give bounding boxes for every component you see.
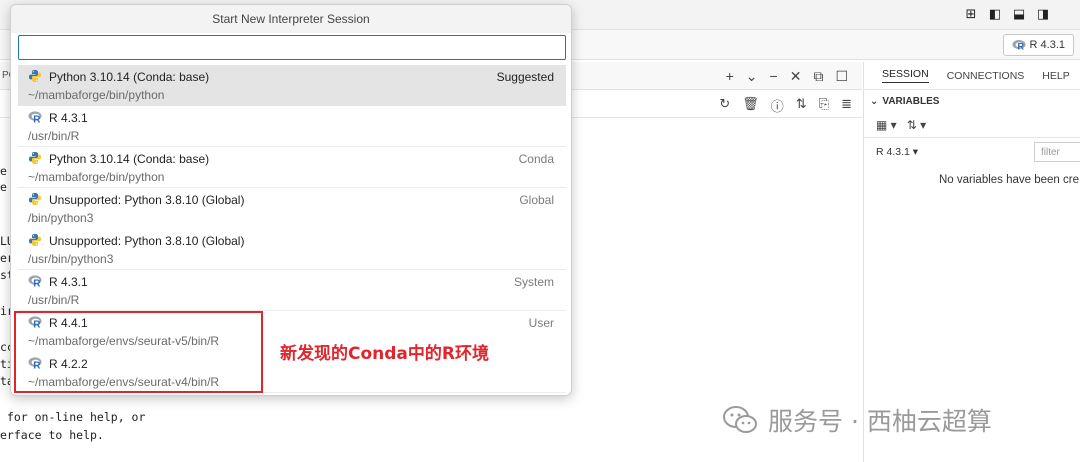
- active-interpreter-button[interactable]: R R 4.3.1: [1002, 34, 1074, 56]
- variables-empty-message: No variables have been cre: [939, 174, 1079, 186]
- restart-icon[interactable]: ↻: [719, 96, 730, 115]
- grid-view-icon[interactable]: ▦ ▾: [876, 118, 897, 132]
- python-icon: [29, 193, 41, 205]
- active-interpreter-label: R 4.3.1: [1029, 39, 1065, 51]
- close-icon[interactable]: ✕: [790, 68, 802, 85]
- python-icon: [29, 70, 41, 82]
- clear-icon[interactable]: ≣: [841, 96, 852, 115]
- info-icon[interactable]: ⓘ: [771, 96, 784, 115]
- layout-controls: ⊞ ◧ ⬓ ◨: [964, 7, 1050, 21]
- session-selector[interactable]: R 4.3.1 ▾: [876, 146, 918, 158]
- interpreter-path: ~/mambaforge/bin/python: [28, 170, 165, 184]
- variables-header-label: VARIABLES: [882, 95, 940, 107]
- interpreter-group-label: Global: [519, 193, 554, 207]
- export-icon[interactable]: ⎘: [819, 96, 829, 115]
- interpreter-path: /bin/python3: [28, 211, 94, 225]
- python-icon: [29, 152, 41, 164]
- interpreter-name: Unsupported: Python 3.8.10 (Global): [49, 234, 245, 248]
- interpreter-item[interactable]: Python 3.10.14 (Conda: base) ~/mambaforge…: [18, 147, 566, 188]
- wechat-logo-icon: [723, 406, 757, 433]
- console-line: erface to help.: [0, 428, 104, 442]
- r-icon: R: [28, 111, 42, 125]
- interpreter-item[interactable]: Unsupported: Python 3.8.10 (Global) /bin/…: [18, 188, 566, 229]
- customize-layout-icon[interactable]: ⊞: [964, 7, 978, 21]
- interpreter-name: Python 3.10.14 (Conda: base): [49, 152, 210, 166]
- dropdown-chevron-icon[interactable]: ⌄: [746, 68, 758, 85]
- interpreter-name: R 4.3.1: [49, 111, 88, 125]
- interpreter-group-label: Suggested: [496, 70, 554, 84]
- interpreter-search-input[interactable]: [18, 35, 566, 60]
- new-console-icon[interactable]: +: [726, 68, 734, 85]
- watermark-text: 服务号 · 西柚云超算: [768, 407, 992, 436]
- interpreter-path: /usr/bin/python3: [28, 252, 114, 266]
- svg-text:R: R: [1017, 42, 1024, 52]
- restore-icon[interactable]: ⧉: [813, 68, 823, 85]
- toggle-bottom-panel-icon[interactable]: ⬓: [1012, 7, 1026, 21]
- interpreter-group-label: Conda: [518, 152, 554, 166]
- interpreter-name: R 4.3.1: [49, 275, 88, 289]
- tab-connections[interactable]: CONNECTIONS: [947, 70, 1025, 82]
- r-icon: R: [1012, 40, 1026, 52]
- interpreter-item[interactable]: R R 4.3.1/usr/bin/R System: [18, 270, 566, 311]
- tab-session[interactable]: SESSION: [882, 68, 929, 83]
- interpreter-item[interactable]: R R 4.3.1/usr/bin/R: [18, 106, 566, 147]
- console-line: for on-line help, or: [0, 410, 146, 424]
- right-panel-tabs: SESSION CONNECTIONS HELP: [864, 62, 1080, 90]
- console-actions: + ⌄ − ✕ ⧉ ☐: [726, 68, 848, 85]
- svg-text:R: R: [33, 115, 41, 125]
- interpreter-path: /usr/bin/R: [28, 129, 80, 143]
- r-icon: R: [28, 275, 42, 289]
- interrupt-icon[interactable]: ⇅: [796, 96, 807, 115]
- interpreter-item[interactable]: Unsupported: Python 3.8.10 (Global) /usr/…: [18, 229, 566, 270]
- interpreter-name: Unsupported: Python 3.8.10 (Global): [49, 193, 245, 207]
- interpreter-group-label: System: [513, 275, 554, 289]
- variables-section-header[interactable]: ⌄ VARIABLES: [864, 90, 1080, 112]
- dialog-title: Start New Interpreter Session: [11, 5, 571, 33]
- maximize-icon[interactable]: ☐: [835, 68, 848, 85]
- console-tools: ↻ 🗑 ⓘ ⇅ ⎘ ≣: [719, 96, 852, 115]
- watermark: 服务号 · 西柚云超算: [722, 402, 992, 438]
- minimize-icon[interactable]: −: [770, 68, 778, 85]
- variables-session-row: R 4.3.1 ▾ filter: [864, 138, 1080, 166]
- interpreter-group-label: User: [528, 316, 554, 330]
- variables-toolbar: ▦ ▾ ⇅ ▾: [864, 112, 1080, 138]
- trash-icon[interactable]: 🗑: [742, 96, 759, 115]
- sort-icon[interactable]: ⇅ ▾: [907, 118, 926, 132]
- interpreter-path: ~/mambaforge/bin/python: [28, 88, 165, 102]
- svg-text:R: R: [33, 279, 41, 289]
- toggle-left-panel-icon[interactable]: ◧: [988, 7, 1002, 21]
- filter-input[interactable]: filter: [1034, 142, 1080, 162]
- interpreter-item[interactable]: Python 3.10.14 (Conda: base) ~/mambaforge…: [18, 65, 566, 106]
- interpreter-name: Python 3.10.14 (Conda: base): [49, 70, 210, 84]
- toggle-right-panel-icon[interactable]: ◨: [1036, 7, 1050, 21]
- python-icon: [29, 234, 41, 246]
- chevron-down-icon: ⌄: [870, 95, 879, 107]
- highlight-box: [14, 311, 263, 393]
- tab-help[interactable]: HELP: [1042, 70, 1069, 82]
- annotation-label: 新发现的Conda中的R环境: [280, 344, 489, 364]
- interpreter-path: /usr/bin/R: [28, 293, 80, 307]
